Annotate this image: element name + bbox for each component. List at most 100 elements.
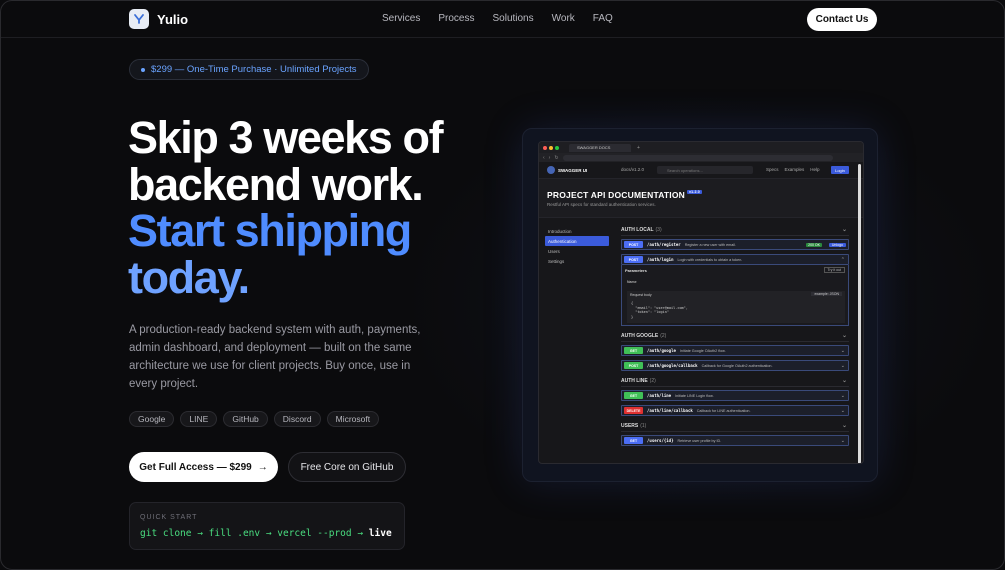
- example-select: example: JSON: [811, 292, 842, 296]
- chevron-down-icon: ⌄: [840, 407, 845, 414]
- try-it-out: Try it out: [823, 267, 845, 273]
- endpoint-line-callback: DELETE /auth/line/callback Callback for …: [621, 405, 849, 416]
- reload-icon: ↻: [554, 154, 559, 161]
- swagger-side-users: Users: [548, 248, 560, 254]
- group-name: AUTH GOOGLE: [621, 332, 659, 339]
- group-count: (2): [649, 377, 656, 384]
- chevron-down-icon: ⌄: [840, 437, 845, 444]
- swagger-preview: SWAGGER DOCS + ‹ › ↻ SWAGGER UI docs/v1.…: [538, 141, 864, 464]
- endpoint-path: /users/{id}: [647, 438, 674, 443]
- endpoint-desc: Retrieve user profile by ID.: [677, 438, 722, 443]
- back-icon: ‹: [543, 154, 545, 161]
- name-label: Name: [627, 280, 637, 284]
- swagger-nav: Specs Examples Help: [766, 167, 820, 172]
- request-body: Request body example: JSON { "email": "u…: [627, 291, 845, 323]
- swagger-nav-examples: Examples: [784, 167, 805, 172]
- group-users: USERS (1) ⌄: [621, 420, 849, 432]
- method-badge: GET: [624, 392, 643, 399]
- quick-start-code: git clone → fill .env → vercel --prod → …: [140, 528, 392, 539]
- tag-line: LINE: [180, 411, 218, 427]
- status-badge: 200 OK: [806, 242, 822, 247]
- endpoint-desc: Initiate LINE Login flow.: [675, 393, 714, 398]
- hero-headline: Skip 3 weeks of backend work. Start ship…: [128, 112, 444, 303]
- endpoint-path: /auth/register: [647, 242, 681, 247]
- browser-chrome: SWAGGER DOCS +: [539, 142, 863, 153]
- get-full-access-button[interactable]: Get Full Access — $299 →: [129, 452, 278, 482]
- chevron-down-icon: ⌄: [841, 423, 847, 429]
- endpoint-path: /auth/google/callback: [647, 363, 698, 368]
- arrow-right-icon: →: [257, 461, 268, 473]
- nav-link-solutions[interactable]: Solutions: [492, 13, 533, 24]
- group-auth-local: AUTH LOCAL (3) ⌄: [621, 224, 849, 236]
- chevron-up-icon: ⌃: [840, 256, 845, 263]
- group-count: (2): [660, 332, 667, 339]
- swagger-nav-specs: Specs: [766, 167, 779, 172]
- swagger-search: Search operations...: [657, 166, 753, 174]
- chevron-down-icon: ⌄: [840, 392, 845, 399]
- endpoint-register: POST /auth/register Register a new user …: [621, 239, 849, 250]
- swagger-main: AUTH LOCAL (3) ⌄ POST /auth/register Regis…: [621, 224, 849, 450]
- swagger-header: SWAGGER UI docs/v1.2.0 Search operations…: [539, 162, 863, 178]
- headline-line-3: Start shipping: [128, 205, 412, 256]
- provider-tags: Google LINE GitHub Discord Microsoft: [129, 411, 380, 427]
- tag-discord: Discord: [273, 411, 321, 427]
- brand-name: Yulio: [157, 11, 189, 27]
- swagger-sidebar: Introduction Authentication Users Settin…: [545, 226, 609, 266]
- swagger-body: Introduction Authentication Users Settin…: [539, 218, 863, 458]
- swagger-login: Login: [831, 166, 849, 174]
- request-body-code: { "email": "user@mail.com", "token": "lo…: [631, 301, 688, 319]
- quick-start-live: live: [368, 528, 392, 539]
- minimize-dot-icon: [549, 145, 553, 150]
- auth-badge: Unlogo: [828, 242, 846, 247]
- endpoint-desc: Login with credentials to obtain a token…: [677, 257, 743, 262]
- chevron-down-icon: ⌄: [841, 333, 847, 339]
- swagger-logo-icon: [547, 166, 555, 174]
- headline-line-4: today.: [128, 251, 250, 303]
- top-nav: Yulio Services Process Solutions Work FA…: [1, 1, 1004, 38]
- badge-dot-icon: [141, 67, 145, 72]
- page-frame: Yulio Services Process Solutions Work FA…: [0, 0, 1005, 570]
- swagger-banner: PROJECT API DOCUMENTATION v1.2.0 Restful …: [539, 178, 863, 218]
- brand-logo[interactable]: Yulio: [129, 9, 188, 29]
- tag-microsoft: Microsoft: [326, 411, 380, 427]
- parameters-label: Parameters: [625, 268, 647, 273]
- contact-button[interactable]: Contact Us: [807, 8, 877, 31]
- endpoint-desc: Initiate Google OAuth2 flow.: [679, 348, 726, 353]
- headline-line-1: Skip 3 weeks of: [128, 112, 444, 163]
- hero-description: A production-ready backend system with a…: [129, 324, 421, 390]
- browser-tab: SWAGGER DOCS: [569, 143, 631, 152]
- method-badge: POST: [624, 241, 643, 248]
- nav-links: Services Process Solutions Work FAQ: [382, 13, 613, 24]
- maximize-dot-icon: [555, 145, 559, 150]
- address-field: [562, 154, 833, 161]
- browser-urlbar: ‹ › ↻: [539, 153, 863, 162]
- nav-link-faq[interactable]: FAQ: [593, 13, 613, 24]
- method-badge: DELETE: [624, 407, 643, 414]
- endpoint-line: GET /auth/line Initiate LINE Login flow.…: [621, 390, 849, 401]
- nav-link-work[interactable]: Work: [552, 13, 575, 24]
- swagger-brand: SWAGGER UI: [558, 167, 588, 173]
- nav-link-services[interactable]: Services: [382, 13, 420, 24]
- yulio-logo-icon: [129, 9, 149, 29]
- new-tab-icon: +: [637, 144, 640, 151]
- endpoint-user: GET /users/{id} Retrieve user profile by…: [621, 435, 849, 446]
- group-name: AUTH LOCAL: [621, 226, 654, 233]
- pricing-badge: $299 — One-Time Purchase · Unlimited Pro…: [129, 59, 369, 80]
- free-core-github-button[interactable]: Free Core on GitHub: [288, 452, 406, 482]
- method-badge: POST: [624, 256, 643, 263]
- nav-link-process[interactable]: Process: [438, 13, 474, 24]
- cta-label: Get Full Access — $299: [139, 461, 252, 473]
- tag-github: GitHub: [223, 411, 268, 427]
- method-badge: GET: [624, 347, 643, 354]
- request-body-label: Request body: [630, 293, 652, 297]
- group-count: (3): [655, 226, 662, 233]
- close-dot-icon: [543, 145, 547, 150]
- group-name: AUTH LINE: [621, 377, 648, 384]
- api-doc-version: v1.2.0: [687, 190, 702, 194]
- swagger-side-introduction: Introduction: [548, 228, 572, 234]
- swagger-version-path: docs/v1.2.0: [621, 167, 645, 172]
- preview-scrollbar: [858, 164, 861, 463]
- method-badge: POST: [624, 362, 643, 369]
- badge-text: $299 — One-Time Purchase · Unlimited Pro…: [151, 64, 357, 75]
- chevron-down-icon: ⌄: [841, 227, 847, 233]
